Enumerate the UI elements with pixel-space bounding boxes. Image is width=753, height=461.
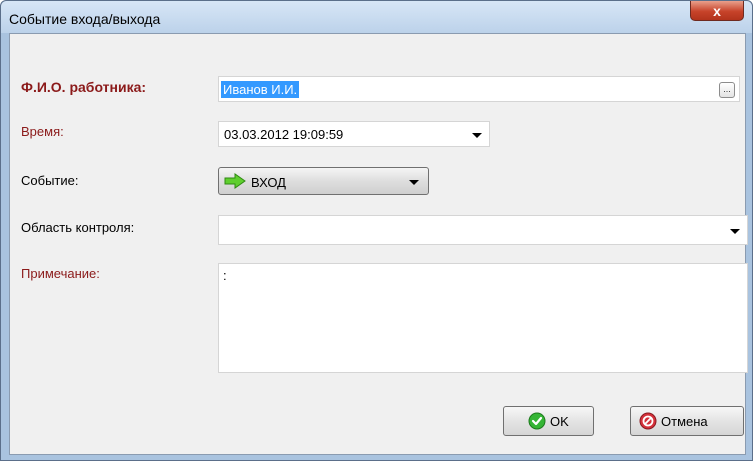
ok-button[interactable]: OK bbox=[503, 406, 594, 436]
window-title: Событие входа/выхода bbox=[9, 11, 161, 27]
ok-label: OK bbox=[550, 413, 569, 429]
event-dropdown[interactable]: ВХОД bbox=[218, 167, 429, 195]
dialog-body: Ф.И.О. работника: Иванов И.И. ... Время:… bbox=[9, 33, 748, 455]
close-icon: x bbox=[713, 2, 721, 19]
chevron-down-icon bbox=[472, 133, 482, 138]
time-label: Время: bbox=[21, 124, 64, 139]
event-label: Событие: bbox=[21, 173, 79, 188]
area-label: Область контроля: bbox=[21, 220, 135, 235]
area-dropdown[interactable] bbox=[218, 215, 748, 245]
employee-value: Иванов И.И. bbox=[221, 81, 300, 98]
chevron-down-icon bbox=[409, 180, 419, 185]
event-value: ВХОД bbox=[251, 175, 286, 190]
time-dropdown[interactable]: 03.03.2012 19:09:59 bbox=[218, 121, 490, 147]
cancel-button[interactable]: Отмена bbox=[630, 406, 744, 436]
browse-employee-button[interactable]: ... bbox=[719, 82, 735, 98]
dialog-window: Событие входа/выхода x Ф.И.О. работника:… bbox=[0, 0, 753, 461]
green-right-arrow-icon bbox=[224, 173, 246, 189]
chevron-down-icon bbox=[730, 229, 740, 234]
title-bar[interactable]: Событие входа/выхода x bbox=[1, 1, 752, 33]
close-button[interactable]: x bbox=[690, 1, 744, 21]
time-value: 03.03.2012 19:09:59 bbox=[224, 127, 344, 142]
green-check-icon bbox=[528, 412, 546, 430]
note-label: Примечание: bbox=[21, 266, 100, 281]
note-value: : bbox=[223, 268, 227, 283]
employee-label: Ф.И.О. работника: bbox=[21, 79, 147, 95]
cancel-label: Отмена bbox=[661, 413, 708, 429]
red-no-icon bbox=[639, 412, 657, 430]
employee-input[interactable]: Иванов И.И. bbox=[218, 76, 740, 102]
note-textarea[interactable]: : bbox=[218, 263, 748, 373]
